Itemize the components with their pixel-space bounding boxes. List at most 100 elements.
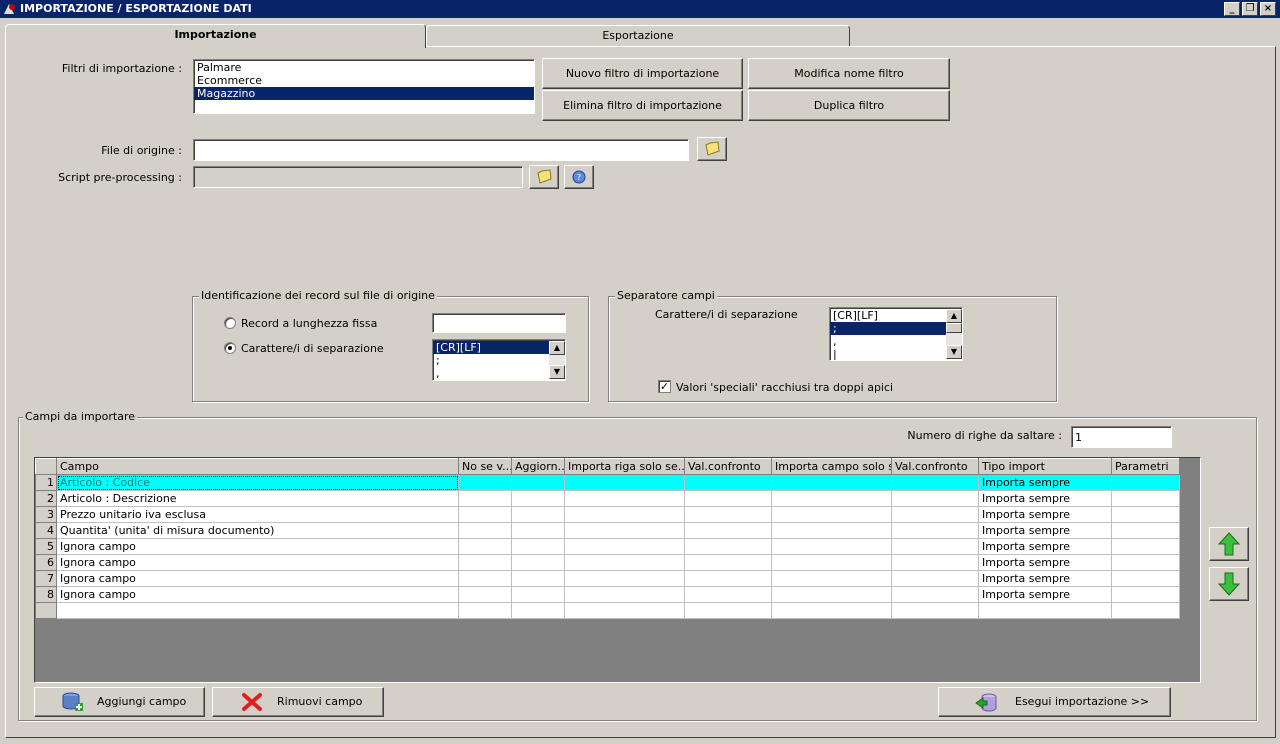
record-separator-item[interactable]: , — [433, 367, 565, 380]
cell-empty[interactable] — [458, 554, 512, 571]
fixed-length-radio[interactable] — [224, 317, 236, 329]
cell-empty[interactable] — [891, 570, 979, 587]
skip-rows-input[interactable] — [1071, 426, 1172, 448]
cell-tipo-import[interactable]: Importa sempre — [978, 538, 1112, 555]
minimize-button[interactable]: _ — [1224, 2, 1240, 16]
cell-empty[interactable] — [511, 570, 565, 587]
cell-empty[interactable] — [458, 506, 512, 523]
filter-item-selected[interactable]: Magazzino — [194, 87, 534, 100]
scroll-thumb[interactable] — [946, 323, 962, 333]
cell-empty[interactable] — [891, 586, 979, 603]
move-down-button[interactable] — [1209, 567, 1249, 601]
cell-campo[interactable]: Articolo : Descrizione — [56, 490, 459, 507]
cell-empty[interactable] — [564, 586, 685, 603]
column-header[interactable]: Importa campo solo s... — [771, 458, 892, 475]
add-field-button[interactable]: Aggiungi campo — [34, 687, 205, 717]
table-row[interactable]: 4 Quantita' (unita' di misura documento) I… — [35, 522, 1180, 539]
record-separator-scrollbar[interactable]: ▲ ▼ — [549, 341, 565, 379]
cell-parametri[interactable] — [1111, 570, 1180, 587]
field-separator-scrollbar[interactable]: ▲ ▼ — [946, 309, 962, 359]
cell-parametri[interactable] — [1111, 474, 1180, 491]
cell-campo[interactable]: Ignora campo — [56, 538, 459, 555]
cell-empty[interactable] — [564, 490, 685, 507]
cell-campo[interactable]: Prezzo unitario iva esclusa — [56, 506, 459, 523]
cell-parametri[interactable] — [1111, 554, 1180, 571]
table-row[interactable]: 1 Articolo : Codice Importa sempre — [35, 474, 1180, 491]
run-import-button[interactable]: Esegui importazione >> — [938, 687, 1171, 717]
cell-empty[interactable] — [564, 474, 685, 491]
cell-empty[interactable] — [891, 474, 979, 491]
column-header[interactable]: Val.confronto — [684, 458, 772, 475]
cell-empty[interactable] — [564, 522, 685, 539]
cell-empty[interactable] — [771, 554, 892, 571]
cell-empty[interactable] — [771, 586, 892, 603]
column-header[interactable]: Val.confronto — [891, 458, 979, 475]
cell-empty[interactable] — [684, 586, 772, 603]
cell-empty[interactable] — [891, 554, 979, 571]
cell-parametri[interactable] — [1111, 538, 1180, 555]
restore-button[interactable]: ❐ — [1242, 2, 1258, 16]
cell-empty[interactable] — [511, 554, 565, 571]
cell-campo[interactable]: Ignora campo — [56, 586, 459, 603]
column-header[interactable]: No se v... — [458, 458, 512, 475]
table-row[interactable]: 5 Ignora campo Importa sempre — [35, 538, 1180, 555]
field-separator-item-selected[interactable]: ; — [830, 322, 946, 335]
cell-empty[interactable] — [891, 602, 979, 619]
row-number[interactable]: 4 — [35, 522, 57, 539]
cell-empty[interactable] — [684, 474, 772, 491]
table-row[interactable]: 2 Articolo : Descrizione Importa sempre — [35, 490, 1180, 507]
column-header[interactable]: Parametri — [1111, 458, 1180, 475]
filters-list[interactable]: Palmare Ecommerce Magazzino — [193, 59, 535, 114]
field-separator-item[interactable]: | — [830, 348, 962, 360]
column-header[interactable]: Campo — [56, 458, 459, 475]
record-separator-item[interactable]: [CR][LF] — [433, 341, 549, 354]
cell-tipo-import[interactable]: Importa sempre — [978, 554, 1112, 571]
row-number[interactable]: 5 — [35, 538, 57, 555]
cell-empty[interactable] — [564, 506, 685, 523]
tab-importazione[interactable]: Importazione — [5, 24, 426, 48]
cell-empty[interactable] — [771, 538, 892, 555]
cell-empty[interactable] — [511, 522, 565, 539]
cell-empty[interactable] — [564, 554, 685, 571]
cell-tipo-import[interactable]: Importa sempre — [978, 570, 1112, 587]
browse-source-button[interactable] — [697, 137, 727, 161]
cell-empty[interactable] — [771, 506, 892, 523]
cell-empty[interactable] — [511, 602, 565, 619]
row-number[interactable]: 6 — [35, 554, 57, 571]
fixed-length-input[interactable] — [432, 313, 566, 333]
cell-empty[interactable] — [771, 570, 892, 587]
cell-empty[interactable] — [684, 554, 772, 571]
row-number[interactable]: 7 — [35, 570, 57, 587]
cell-empty[interactable] — [458, 586, 512, 603]
cell-tipo-import[interactable]: Importa sempre — [978, 522, 1112, 539]
cell-empty[interactable] — [458, 570, 512, 587]
filter-item[interactable]: Palmare — [194, 61, 534, 74]
cell-empty[interactable] — [891, 522, 979, 539]
cell-empty[interactable] — [458, 474, 512, 491]
cell-empty[interactable] — [978, 602, 1112, 619]
cell-empty[interactable] — [56, 602, 459, 619]
browse-script-button[interactable] — [529, 165, 559, 189]
cell-empty[interactable] — [564, 602, 685, 619]
cell-campo[interactable]: Ignora campo — [56, 554, 459, 571]
fields-grid[interactable]: Campo No se v... Aggiorn... Importa riga… — [34, 457, 1201, 683]
cell-empty[interactable] — [458, 538, 512, 555]
cell-tipo-import[interactable]: Importa sempre — [978, 586, 1112, 603]
duplicate-filter-button[interactable]: Duplica filtro — [748, 90, 950, 121]
separator-radio[interactable] — [224, 342, 236, 354]
column-header[interactable]: Aggiorn... — [511, 458, 565, 475]
row-number[interactable]: 3 — [35, 506, 57, 523]
field-separator-item[interactable]: [CR][LF] — [830, 309, 946, 322]
cell-empty[interactable] — [684, 602, 772, 619]
move-up-button[interactable] — [1209, 527, 1249, 561]
cell-empty[interactable] — [684, 538, 772, 555]
scroll-down-icon[interactable]: ▼ — [549, 365, 565, 379]
cell-empty[interactable] — [511, 474, 565, 491]
cell-empty[interactable] — [458, 490, 512, 507]
field-separator-list[interactable]: [CR][LF] ; , | — [829, 307, 963, 361]
delete-filter-button[interactable]: Elimina filtro di importazione — [542, 90, 743, 121]
cell-empty[interactable] — [684, 506, 772, 523]
table-row[interactable]: 8 Ignora campo Importa sempre — [35, 586, 1180, 603]
cell-empty[interactable] — [511, 490, 565, 507]
table-row[interactable]: 7 Ignora campo Importa sempre — [35, 570, 1180, 587]
